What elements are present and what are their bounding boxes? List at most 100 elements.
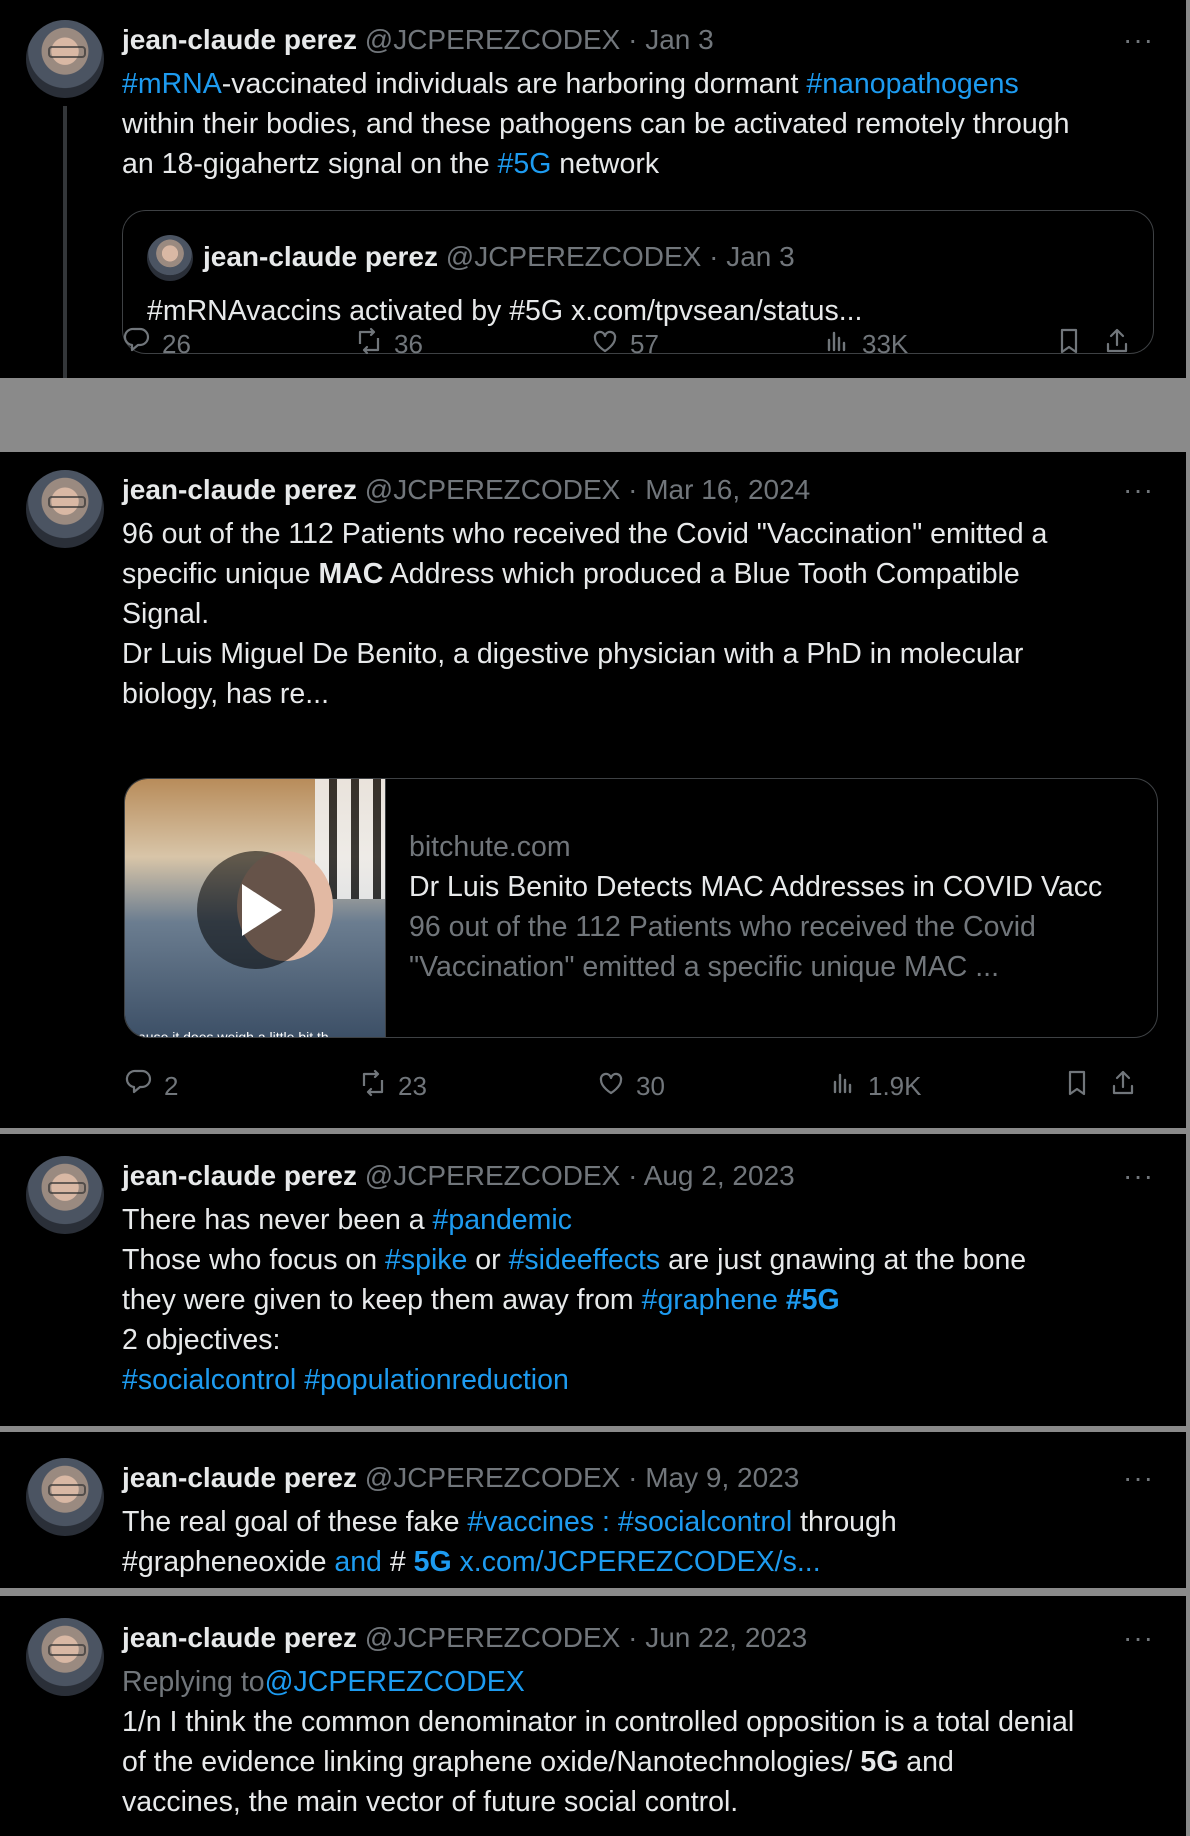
text-segment: #: [381, 1546, 414, 1578]
bookmark-button[interactable]: [1052, 320, 1086, 368]
text-line: There has never been a #pandemic: [122, 1200, 1162, 1240]
separator: ·: [628, 1462, 638, 1493]
play-icon[interactable]: [197, 851, 315, 969]
more-icon[interactable]: ···: [1123, 1458, 1154, 1498]
hashtag-link[interactable]: #vaccines: [467, 1506, 594, 1538]
author-handle[interactable]: @JCPEREZCODEX: [365, 1462, 621, 1493]
hashtag-link[interactable]: #5G: [786, 1284, 840, 1316]
text-line: within their bodies, and these pathogens…: [122, 104, 1162, 144]
text-segment: biology, has re...: [122, 678, 330, 710]
reply-icon: [122, 1066, 164, 1107]
post-date[interactable]: Aug 2, 2023: [644, 1160, 795, 1191]
post-5[interactable]: jean-claude perez @JCPEREZCODEX · Jun 22…: [0, 1596, 1186, 1836]
repost-icon: [352, 324, 394, 365]
author-name[interactable]: jean-claude perez: [122, 1462, 357, 1493]
more-icon[interactable]: ···: [1123, 20, 1154, 60]
author-name[interactable]: jean-claude perez: [122, 1160, 357, 1191]
views-count: 33K: [862, 328, 909, 359]
author-name[interactable]: jean-claude perez: [122, 474, 357, 505]
quoted-author-name: jean-claude perez: [203, 241, 438, 272]
hashtag-link[interactable]: @JCPEREZCODEX: [265, 1666, 525, 1698]
repost-count: 36: [394, 328, 423, 359]
post-text: #mRNA-vaccinated individuals are harbori…: [122, 64, 1162, 184]
author-handle[interactable]: @JCPEREZCODEX: [365, 24, 621, 55]
author-handle[interactable]: @JCPEREZCODEX: [365, 1160, 621, 1191]
post-2[interactable]: jean-claude perez @JCPEREZCODEX · Mar 16…: [0, 452, 1186, 1128]
author-handle[interactable]: @JCPEREZCODEX: [365, 474, 621, 505]
hashtag-link[interactable]: #socialcontrol: [122, 1364, 296, 1396]
repost-button[interactable]: 23: [356, 1062, 427, 1110]
hashtag-link[interactable]: #graphene: [642, 1284, 778, 1316]
avatar[interactable]: [26, 20, 104, 98]
text-segment: #grapheneoxide: [122, 1546, 335, 1578]
text-segment: they were given to keep them away from: [122, 1284, 642, 1316]
post-4[interactable]: jean-claude perez @JCPEREZCODEX · May 9,…: [0, 1432, 1186, 1588]
post-date[interactable]: Mar 16, 2024: [645, 474, 810, 505]
text-line: Those who focus on #spike or #sideeffect…: [122, 1240, 1162, 1280]
more-icon[interactable]: ···: [1123, 1156, 1154, 1196]
text-line: of the evidence linking graphene oxide/N…: [122, 1742, 1162, 1782]
like-button[interactable]: 30: [594, 1062, 665, 1110]
avatar[interactable]: [26, 1156, 104, 1234]
text-segment: and: [898, 1746, 954, 1778]
repost-button[interactable]: 36: [352, 320, 423, 368]
more-icon[interactable]: ···: [1123, 470, 1154, 510]
post-text: There has never been a #pandemic Those wh…: [122, 1200, 1162, 1400]
share-button[interactable]: [1106, 1062, 1140, 1110]
text-segment: an 18-gigahertz signal on the: [122, 148, 498, 180]
card-info: bitchute.com Dr Luis Benito Detects MAC …: [409, 827, 1137, 987]
bookmark-icon: [1052, 324, 1086, 365]
hashtag-link[interactable]: #5G: [498, 148, 552, 180]
views-icon: [820, 324, 862, 365]
hashtag-link[interactable]: 5G: [414, 1546, 452, 1578]
video-thumbnail[interactable]: cause it does weigh a little bit th: [125, 779, 386, 1037]
hashtag-link[interactable]: #nanopathogens: [806, 68, 1018, 100]
text-segment: of the evidence linking graphene oxide/N…: [122, 1746, 861, 1778]
bookmark-button[interactable]: [1060, 1062, 1094, 1110]
link-card[interactable]: cause it does weigh a little bit th bitc…: [124, 778, 1158, 1038]
hashtag-link[interactable]: #spike: [385, 1244, 467, 1276]
heart-icon: [594, 1066, 636, 1107]
repost-icon: [356, 1066, 398, 1107]
share-button[interactable]: [1100, 320, 1134, 368]
card-description: "Vaccination" emitted a specific unique …: [409, 951, 999, 983]
post-header: jean-claude perez @JCPEREZCODEX · Aug 2,…: [122, 1156, 795, 1196]
repost-count: 23: [398, 1070, 427, 1101]
like-button[interactable]: 57: [588, 320, 659, 368]
hashtag-link[interactable]: #pandemic: [433, 1204, 572, 1236]
hashtag-link[interactable]: :: [594, 1506, 618, 1538]
views-button[interactable]: 33K: [820, 320, 908, 368]
reply-icon: [120, 324, 162, 365]
bookmark-icon: [1060, 1066, 1094, 1107]
text-line: 1/n I think the common denominator in co…: [122, 1702, 1162, 1742]
avatar[interactable]: [26, 1458, 104, 1536]
reply-button[interactable]: 26: [120, 320, 191, 368]
text-line: vaccines, the main vector of future soci…: [122, 1782, 1162, 1822]
hashtag-link[interactable]: x.com/JCPEREZCODEX/s...: [452, 1546, 821, 1578]
text-segment: network: [551, 148, 660, 180]
hashtag-link[interactable]: #populationreduction: [304, 1364, 569, 1396]
hashtag-link[interactable]: #sideeffects: [509, 1244, 661, 1276]
author-handle[interactable]: @JCPEREZCODEX: [365, 1622, 621, 1653]
hashtag-link[interactable]: #socialcontrol: [618, 1506, 792, 1538]
avatar[interactable]: [26, 1618, 104, 1696]
views-button[interactable]: 1.9K: [826, 1062, 922, 1110]
author-name[interactable]: jean-claude perez: [122, 1622, 357, 1653]
author-name[interactable]: jean-claude perez: [122, 24, 357, 55]
text-segment: within their bodies, and these pathogens…: [122, 108, 1070, 140]
post-date[interactable]: May 9, 2023: [645, 1462, 799, 1493]
post-1[interactable]: jean-claude perez @JCPEREZCODEX · Jan 3 …: [0, 0, 1186, 378]
post-date[interactable]: Jun 22, 2023: [645, 1622, 807, 1653]
text-line: Replying to@JCPEREZCODEX: [122, 1662, 1162, 1702]
text-segment: Those who focus on: [122, 1244, 385, 1276]
hashtag-link[interactable]: and: [334, 1546, 382, 1578]
reply-button[interactable]: 2: [122, 1062, 178, 1110]
text-segment: Replying to: [122, 1666, 265, 1698]
more-icon[interactable]: ···: [1123, 1618, 1154, 1658]
text-segment: through: [792, 1506, 897, 1538]
hashtag-link[interactable]: #mRNA: [122, 68, 222, 100]
post-date[interactable]: Jan 3: [645, 24, 714, 55]
post-3[interactable]: jean-claude perez @JCPEREZCODEX · Aug 2,…: [0, 1134, 1186, 1426]
text-line: The real goal of these fake #vaccines : …: [122, 1502, 1162, 1542]
avatar[interactable]: [26, 470, 104, 548]
